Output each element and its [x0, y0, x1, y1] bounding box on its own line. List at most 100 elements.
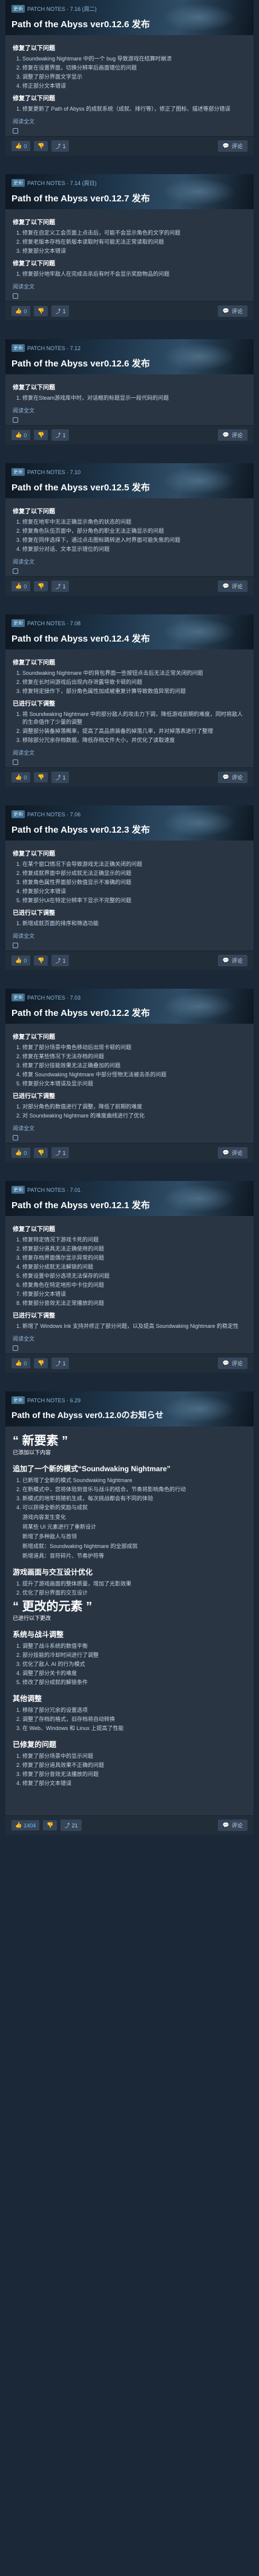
share-button[interactable]: ⤴ 1 — [51, 955, 70, 966]
comment-button[interactable]: 💬 评论 — [217, 140, 248, 152]
like-count: 0 — [24, 1150, 27, 1156]
comment-button[interactable]: 💬 评论 — [217, 772, 248, 783]
thumbs-up-button[interactable]: 👍 0 — [11, 955, 31, 966]
list-item: 修改了部分成就的解锁条件 — [22, 1679, 246, 1686]
link-icon — [13, 128, 18, 134]
thumbs-down-button[interactable]: 👎 — [34, 306, 48, 316]
news-post[interactable]: 更新 PATCH NOTES · 7.01 Path of the Abyss ve… — [5, 1181, 254, 1373]
news-post[interactable]: 更新 PATCH NOTES · 7.10 Path of the Abyss ve… — [5, 463, 254, 596]
post-body: 修复了以下问题修复在Steam游戏库中时，对话框的标题显示一段代码的问题阅读全文 — [5, 374, 254, 425]
share-icon: ⤴ — [55, 958, 61, 964]
share-icon: ⤴ — [55, 775, 61, 781]
comment-button[interactable]: 💬 评论 — [217, 1358, 248, 1369]
share-button[interactable]: ⤴ 1 — [51, 140, 70, 152]
list-item: 新增成就页面的排序和筛选功能 — [22, 920, 246, 928]
change-list: 修复特定情况下游戏卡死的问题修复部分道具无法正确使用的问题修复存档界面偶尔显示异… — [22, 1236, 246, 1307]
post-title[interactable]: Path of the Abyss ver0.12.2 发布 — [11, 1006, 248, 1019]
news-post[interactable]: 更新 PATCH NOTES · 6.29 Path of the Abyss ve… — [5, 1391, 254, 1835]
thumbs-down-button[interactable]: 👎 — [34, 141, 48, 151]
post-meta: 更新 PATCH NOTES · 7.01 — [11, 1186, 248, 1194]
share-row — [13, 417, 246, 423]
list-item: 部分技能的冷却时间进行了调整 — [22, 1651, 246, 1659]
thumbs-up-button[interactable]: 👍 0 — [11, 1358, 31, 1368]
change-list: 对部分角色的数值进行了调整，降低了前期的难度对 Soundwaking Nigh… — [22, 1103, 246, 1120]
note-line: 游戏内容发生变化 — [22, 1514, 67, 1520]
comment-icon: 💬 — [222, 957, 229, 963]
comment-button[interactable]: 💬 评论 — [217, 305, 248, 317]
comment-button[interactable]: 💬 评论 — [217, 429, 248, 441]
read-more-link[interactable]: 阅读全文 — [13, 283, 246, 291]
share-button[interactable]: ⤴ 1 — [51, 1147, 70, 1159]
thumbs-up-button[interactable]: 👍 0 — [11, 141, 31, 151]
read-more-link[interactable]: 阅读全文 — [13, 749, 246, 757]
news-post[interactable]: 更新 PATCH NOTES · 7.14 (周日) Path of the Aby… — [5, 174, 254, 320]
share-icon: ⤴ — [55, 1361, 61, 1367]
list-item: 修复部分文本错误 — [22, 1290, 246, 1298]
link-icon — [13, 568, 18, 574]
read-more-link[interactable]: 阅读全文 — [13, 558, 246, 566]
list-item: 修复部分文本错误 — [22, 888, 246, 896]
news-post[interactable]: 更新 PATCH NOTES · 7.06 Path of the Abyss ve… — [5, 805, 254, 970]
thumbs-up-button[interactable]: 👍 1404 — [11, 1820, 40, 1830]
thumbs-up-button[interactable]: 👍 0 — [11, 430, 31, 440]
post-title[interactable]: Path of the Abyss ver0.12.5 发布 — [11, 481, 248, 493]
thumbs-down-icon: 👎 — [38, 308, 45, 314]
read-more-link[interactable]: 阅读全文 — [13, 932, 246, 940]
thumbs-down-button[interactable]: 👎 — [34, 1358, 48, 1368]
share-button[interactable]: ⤴ 1 — [51, 429, 70, 441]
list-item: 修复老版本存档在新版本读取时有可能无法正常读取的问题 — [22, 238, 246, 246]
post-title[interactable]: Path of the Abyss ver0.12.3 发布 — [11, 823, 248, 836]
comment-button[interactable]: 💬 评论 — [217, 955, 248, 966]
change-list: 调整了战斗系统的数值平衡部分技能的冷却时间进行了调整优化了敌人 AI 的行为模式… — [22, 1642, 246, 1686]
post-title[interactable]: Path of the Abyss ver0.12.0のお知らせ — [11, 1409, 248, 1421]
share-button[interactable]: ⤴ 1 — [51, 772, 70, 783]
share-button[interactable]: ⤴ 1 — [51, 581, 70, 592]
thumbs-down-button[interactable]: 👎 — [34, 581, 48, 591]
post-title[interactable]: Path of the Abyss ver0.12.6 发布 — [11, 18, 248, 30]
news-post[interactable]: 更新 PATCH NOTES · 7.16 (周二) Path of the Aby… — [5, 0, 254, 155]
share-row — [13, 1345, 246, 1351]
post-body: 修复了以下问题在某个窗口情况下会导致游戏无法正确关闭的问题修复成就界面中部分成就… — [5, 841, 254, 951]
news-post[interactable]: 更新 PATCH NOTES · 7.12 Path of the Abyss ve… — [5, 339, 254, 444]
thumbs-down-button[interactable]: 👎 — [34, 772, 48, 782]
thumbs-down-button[interactable]: 👎 — [34, 1148, 48, 1158]
thumbs-down-icon: 👎 — [38, 957, 45, 963]
post-title[interactable]: Path of the Abyss ver0.12.4 发布 — [11, 632, 248, 645]
thumbs-down-button[interactable]: 👎 — [34, 955, 48, 966]
thumbs-down-button[interactable]: 👎 — [43, 1820, 57, 1830]
share-button[interactable]: ⤴ 1 — [51, 1358, 70, 1369]
thumbs-up-button[interactable]: 👍 0 — [11, 306, 31, 316]
post-title[interactable]: Path of the Abyss ver0.12.7 发布 — [11, 192, 248, 204]
list-item: 对 Soundwaking Nightmare 的难度曲线进行了优化 — [22, 1112, 246, 1120]
section-heading: 修复了以下问题 — [13, 1034, 55, 1041]
comment-button[interactable]: 💬 评论 — [217, 1820, 248, 1831]
post-title[interactable]: Path of the Abyss ver0.12.6 发布 — [11, 357, 248, 369]
read-more-link[interactable]: 阅读全文 — [13, 1335, 246, 1343]
post-title[interactable]: Path of the Abyss ver0.12.1 发布 — [11, 1199, 248, 1211]
thumbs-up-icon: 👍 — [15, 957, 22, 963]
post-banner: 更新 PATCH NOTES · 7.12 Path of the Abyss ve… — [5, 339, 254, 374]
share-button[interactable]: ⤴ 1 — [51, 305, 70, 317]
section-heading: 修复了以下问题 — [13, 261, 55, 267]
share-button[interactable]: ⤴ 21 — [61, 1820, 82, 1831]
thumbs-up-button[interactable]: 👍 0 — [11, 772, 31, 782]
section-heading: 已进行以下调整 — [13, 910, 55, 917]
change-list: Soundwaking Nightmare 中的一个 bug 导致游戏在结算时崩… — [22, 55, 246, 90]
read-more-link[interactable]: 阅读全文 — [13, 407, 246, 415]
thumbs-up-button[interactable]: 👍 0 — [11, 1148, 31, 1158]
comment-button[interactable]: 💬 评论 — [217, 581, 248, 592]
thumbs-up-button[interactable]: 👍 0 — [11, 581, 31, 591]
like-count: 0 — [24, 143, 27, 149]
read-more-link[interactable]: 阅读全文 — [13, 1125, 246, 1133]
news-post[interactable]: 更新 PATCH NOTES · 7.08 Path of the Abyss ve… — [5, 614, 254, 787]
list-item: 修复成就界面中部分成就无法正确显示的问题 — [22, 870, 246, 877]
thumbs-down-icon: 👎 — [38, 143, 45, 149]
share-count: 1 — [62, 774, 66, 781]
comment-label: 评论 — [231, 584, 243, 590]
thumbs-down-button[interactable]: 👎 — [34, 430, 48, 440]
news-post[interactable]: 更新 PATCH NOTES · 7.03 Path of the Abyss ve… — [5, 989, 254, 1162]
post-meta: 更新 PATCH NOTES · 7.03 — [11, 994, 248, 1001]
comment-button[interactable]: 💬 评论 — [217, 1147, 248, 1159]
comment-label: 评论 — [231, 143, 243, 149]
read-more-link[interactable]: 阅读全文 — [13, 118, 246, 126]
